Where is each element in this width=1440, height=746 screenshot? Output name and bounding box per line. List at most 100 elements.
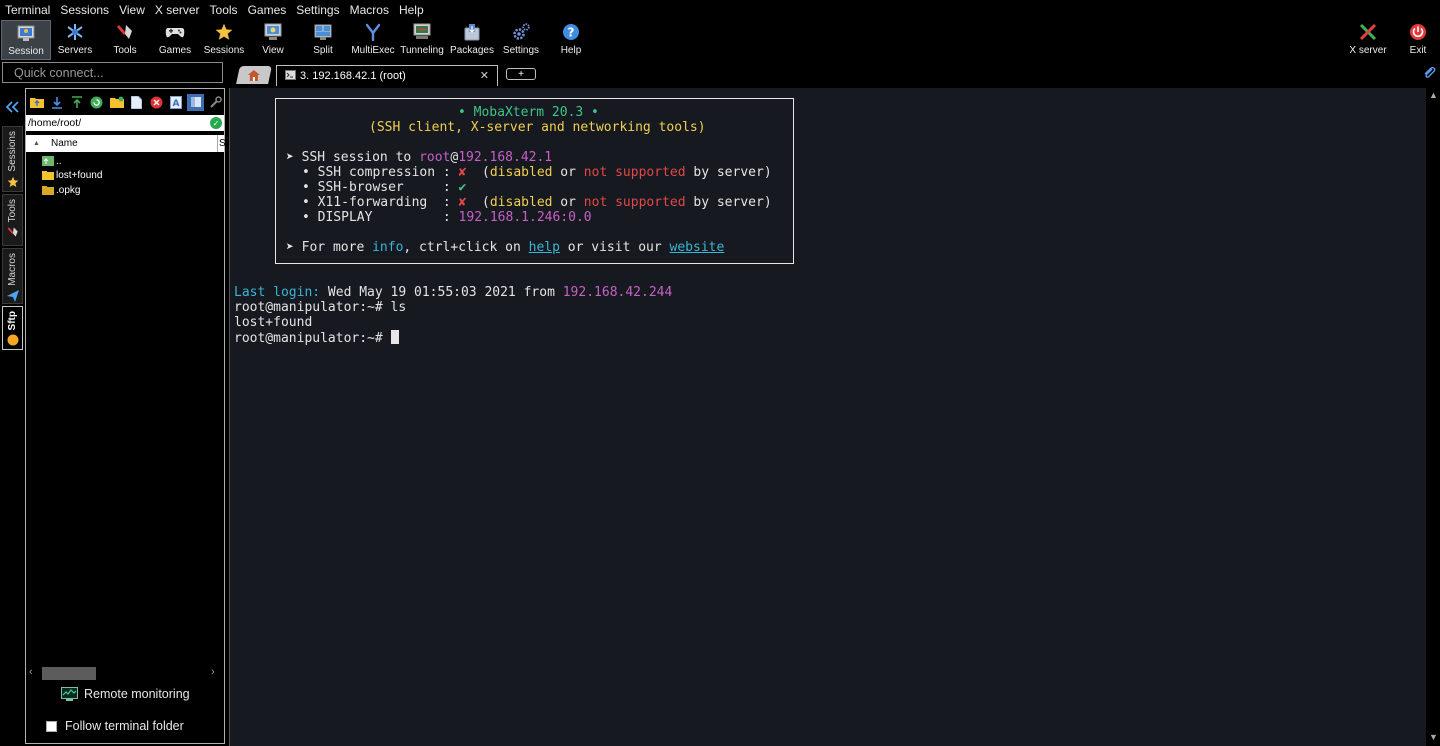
website-link[interactable]: website [670, 240, 725, 255]
column-name[interactable]: Name [51, 135, 78, 152]
scroll-down-icon[interactable]: ▼ [1429, 732, 1438, 742]
quick-connect-input[interactable] [2, 62, 223, 83]
settings-button[interactable]: Settings [496, 20, 546, 60]
menu-settings[interactable]: Settings [291, 0, 344, 20]
help-link[interactable]: help [529, 240, 560, 255]
upload-icon[interactable] [69, 94, 86, 111]
banner-display-line: • DISPLAY : 192.168.1.246:0.0 [302, 210, 592, 225]
tools-icon [7, 226, 19, 241]
new-tab-button[interactable]: + [506, 68, 536, 80]
menu-macros[interactable]: Macros [345, 0, 394, 20]
x-server-icon [1358, 22, 1378, 42]
servers-icon [65, 22, 85, 42]
sftp-toolbar: A [26, 91, 224, 113]
tunneling-button[interactable]: Tunneling [397, 20, 447, 60]
menu-view[interactable]: View [114, 0, 150, 20]
command-line: root@manipulator:~# ls [234, 300, 407, 315]
file-row-lost-found[interactable]: lost+found [42, 168, 102, 182]
menu-bar: Terminal Sessions View X server Tools Ga… [0, 0, 1440, 20]
file-list-header: ▲ Name S [26, 135, 226, 152]
path-ok-icon[interactable]: ✓ [210, 117, 222, 129]
home-tab[interactable] [236, 66, 272, 84]
sftp-path-input[interactable] [26, 115, 224, 131]
menu-sessions[interactable]: Sessions [55, 0, 114, 20]
side-tab-tools[interactable]: Tools [2, 194, 23, 246]
attach-icon[interactable] [1422, 66, 1436, 83]
scroll-right-icon[interactable]: › [211, 666, 215, 678]
tools-button[interactable]: Tools [100, 20, 150, 60]
menu-x-server[interactable]: X server [150, 0, 205, 20]
multiexec-icon [363, 22, 383, 42]
side-tab-strip: Sessions Tools Macros Sftp [0, 88, 25, 746]
column-size[interactable]: S [217, 135, 226, 152]
side-tab-sessions[interactable]: Sessions [2, 126, 23, 192]
view-icon [263, 22, 283, 42]
settings-icon [511, 22, 531, 42]
exit-button[interactable]: Exit [1393, 20, 1440, 60]
side-tab-sftp[interactable]: Sftp [2, 306, 23, 350]
gamepad-icon [165, 22, 185, 42]
scroll-left-icon[interactable]: ‹ [29, 666, 33, 678]
scroll-up-icon[interactable]: ▲ [1429, 90, 1438, 100]
new-folder-icon[interactable] [108, 94, 125, 111]
multiexec-button[interactable]: MultiExec [348, 20, 398, 60]
banner-info-line: ➤ For more info, ctrl+click on help or v… [286, 240, 725, 255]
follow-terminal-folder-toggle[interactable]: Follow terminal folder [46, 719, 184, 733]
rename-icon[interactable]: A [168, 94, 185, 111]
view-button[interactable]: View [248, 20, 298, 60]
parent-directory-icon [42, 156, 54, 166]
servers-button[interactable]: Servers [50, 20, 100, 60]
tab-close-icon[interactable]: ✕ [480, 69, 489, 82]
banner-subtitle: (SSH client, X-server and networking too… [369, 120, 706, 135]
terminal-tab-icon [285, 69, 296, 83]
terminal-cursor [390, 330, 399, 344]
main-toolbar: Session Servers Tools Games Sessions Vie… [0, 20, 1440, 60]
sessions-button[interactable]: Sessions [199, 20, 249, 60]
refresh-icon[interactable] [88, 94, 105, 111]
home-icon [248, 69, 260, 81]
power-icon [1408, 22, 1428, 42]
file-row-parent[interactable]: .. [42, 154, 62, 168]
help-icon: ? [561, 22, 581, 42]
svg-text:A: A [172, 99, 179, 109]
packages-icon [462, 22, 482, 42]
session-tab[interactable]: 3. 192.168.42.1 (root) ✕ [276, 65, 498, 86]
menu-terminal[interactable]: Terminal [0, 0, 55, 20]
toggle-view-icon[interactable] [187, 93, 205, 111]
side-tab-macros[interactable]: Macros [2, 248, 23, 304]
games-button[interactable]: Games [150, 20, 200, 60]
wrench-icon[interactable] [207, 94, 224, 111]
sort-arrow-icon: ▲ [33, 140, 40, 147]
packages-button[interactable]: Packages [447, 20, 497, 60]
monitor-icon [61, 687, 78, 701]
sftp-icon [7, 334, 19, 349]
delete-icon[interactable] [148, 94, 165, 111]
new-file-icon[interactable] [128, 94, 145, 111]
menu-help[interactable]: Help [394, 0, 429, 20]
menu-tools[interactable]: Tools [205, 0, 243, 20]
help-button[interactable]: ? Help [546, 20, 596, 60]
session-button[interactable]: Session [1, 20, 51, 60]
x-server-button[interactable]: X server [1343, 20, 1393, 60]
collapse-sidebar-icon[interactable] [5, 101, 20, 116]
banner-x11-line: • X11-forwarding : ✘ (disabled or not su… [302, 195, 772, 210]
session-tab-label: 3. 192.168.42.1 (root) [300, 70, 406, 82]
terminal-area[interactable]: • MobaXterm 20.3 • (SSH client, X-server… [229, 88, 1426, 746]
sftp-horizontal-scrollbar[interactable]: ‹ › [28, 666, 222, 680]
menu-games[interactable]: Games [243, 0, 292, 20]
command-output: lost+found [234, 315, 313, 330]
sftp-panel: A ✓ ▲ Name S .. lost+found .opkg ‹ › Rem… [25, 88, 226, 744]
active-prompt[interactable]: root@manipulator:~# [234, 330, 399, 346]
tunneling-icon [412, 22, 432, 42]
download-icon[interactable] [49, 94, 66, 111]
svg-text:?: ? [568, 26, 575, 40]
paper-plane-icon [6, 289, 19, 305]
parent-folder-icon[interactable] [29, 94, 46, 111]
follow-terminal-folder-checkbox[interactable] [46, 720, 57, 732]
terminal-vertical-scrollbar[interactable]: ▲ ▼ [1428, 88, 1440, 746]
session-icon [16, 23, 36, 43]
file-row-opkg[interactable]: .opkg [42, 183, 80, 197]
remote-monitoring-button[interactable]: Remote monitoring [61, 687, 190, 701]
scrollbar-thumb[interactable] [42, 667, 96, 680]
split-button[interactable]: Split [298, 20, 348, 60]
